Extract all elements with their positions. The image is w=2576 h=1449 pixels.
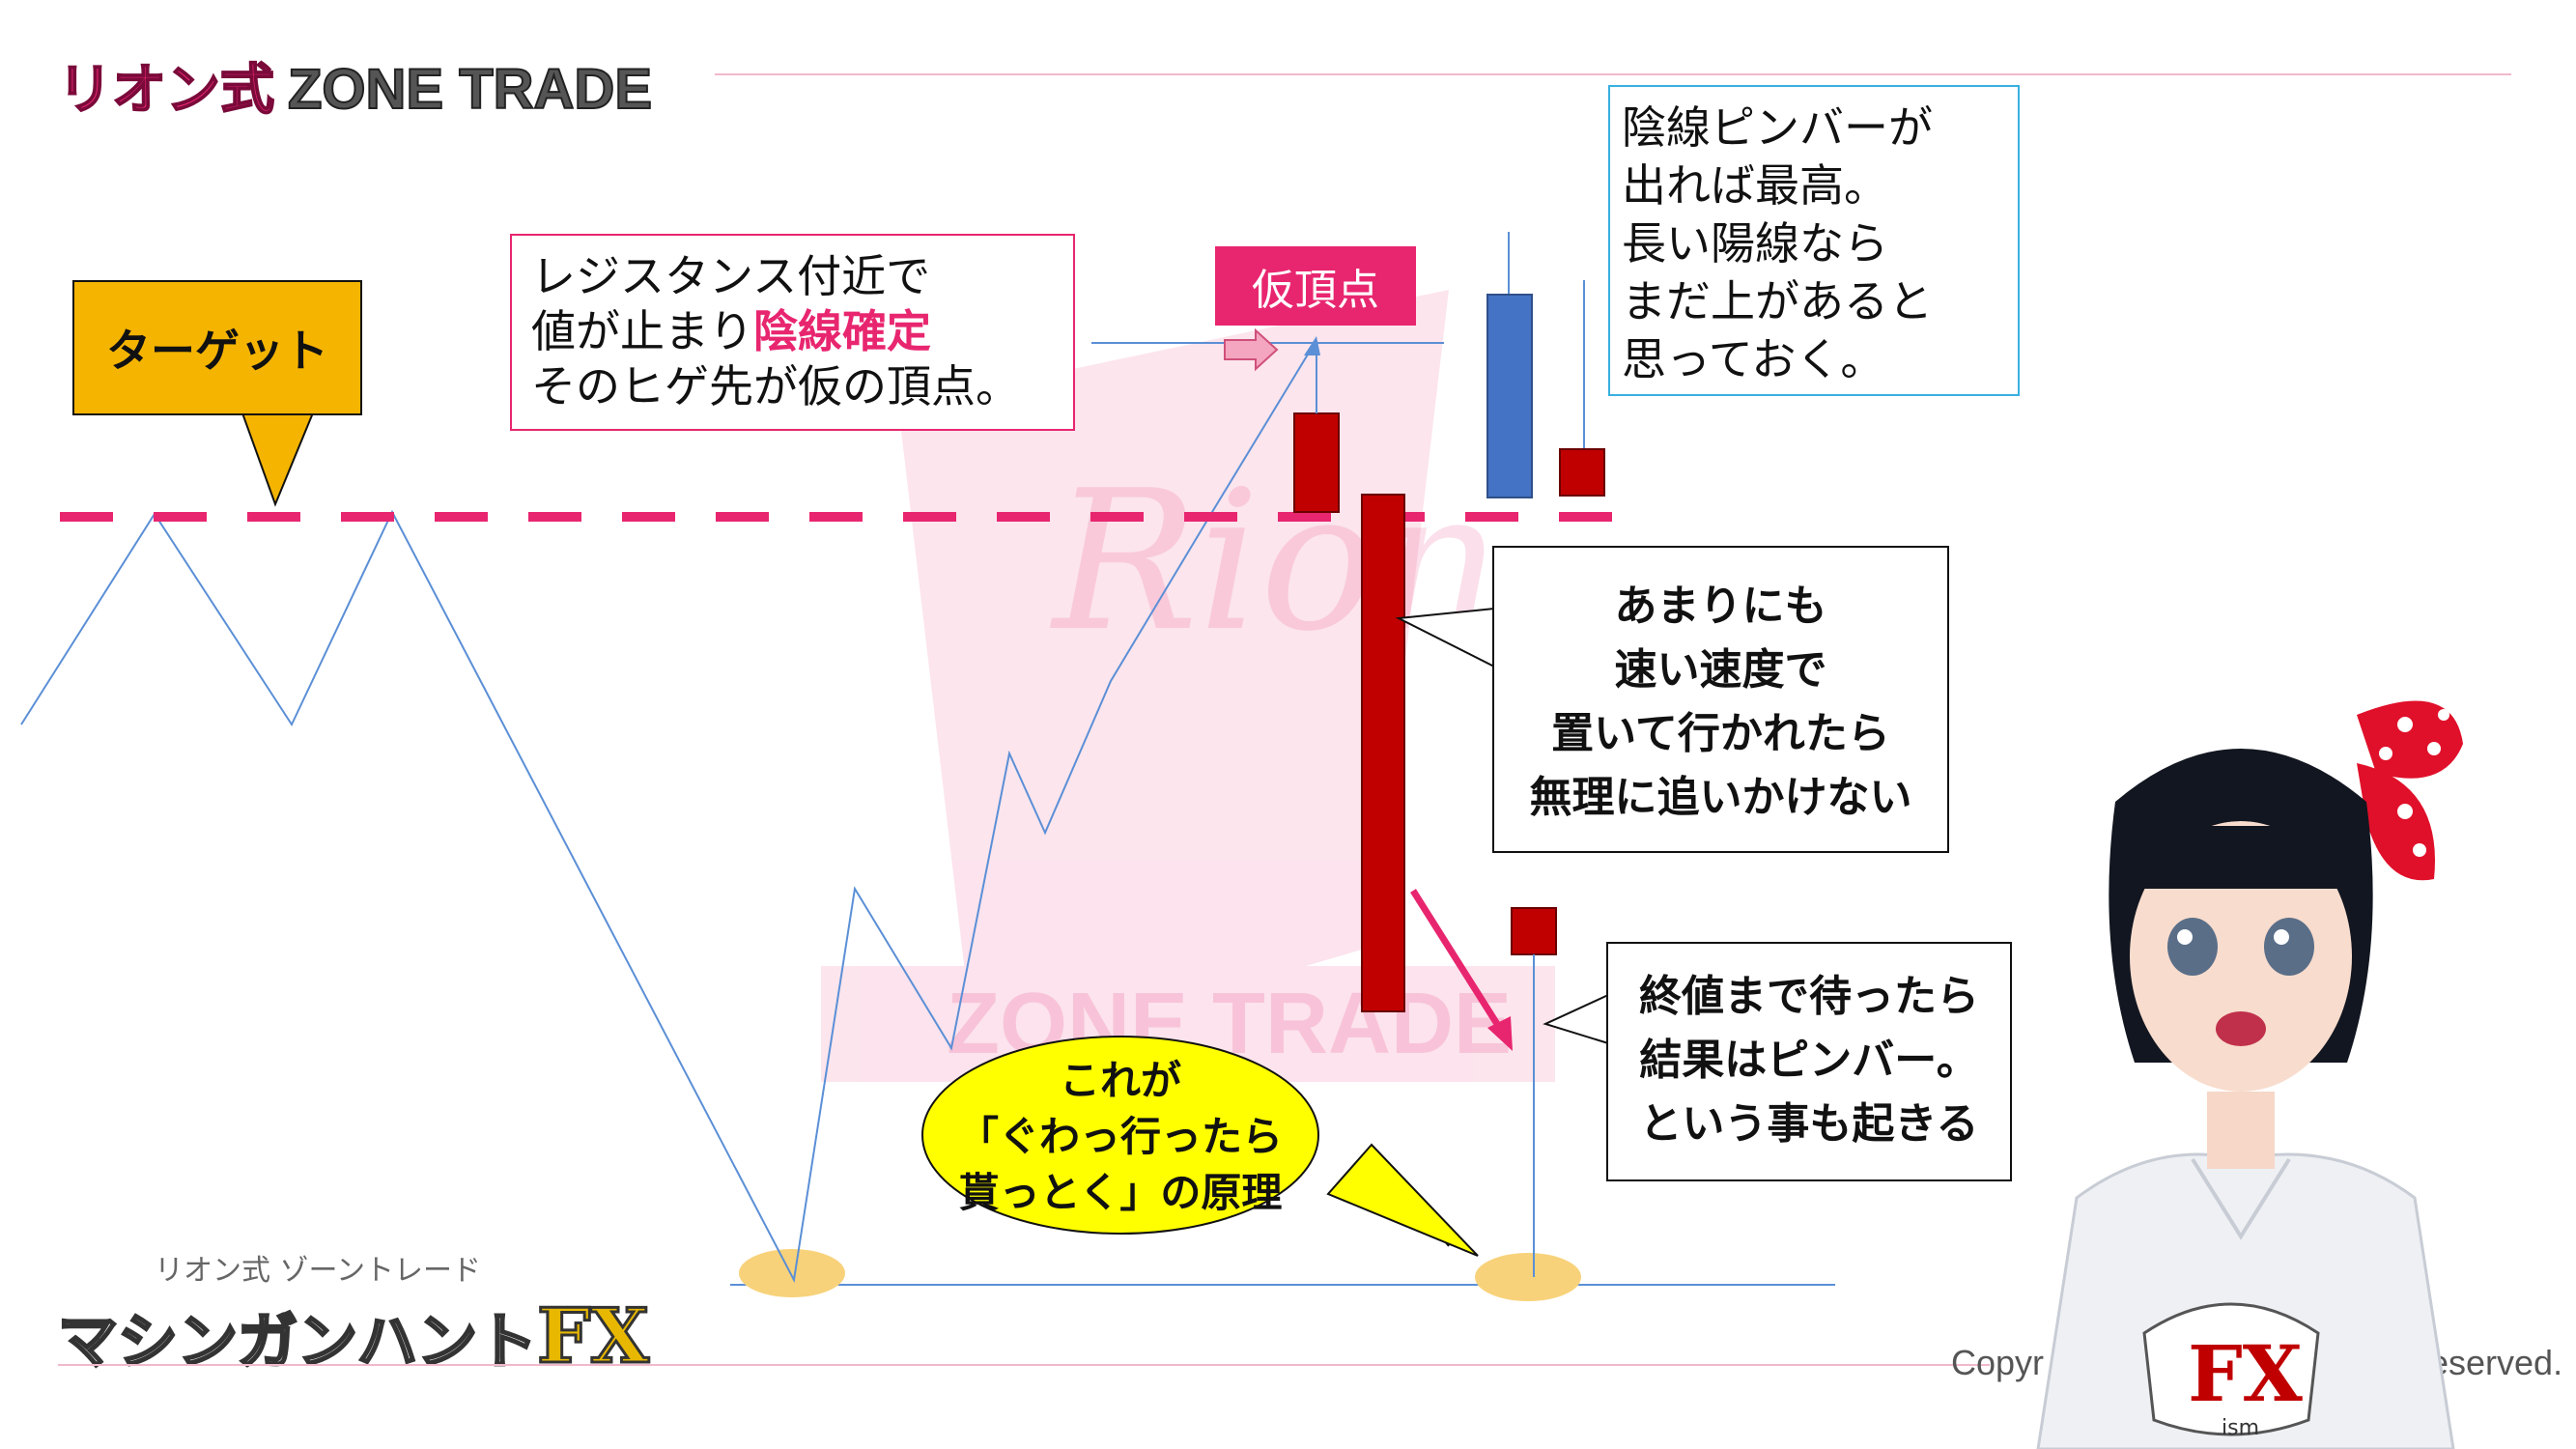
close-note-line-1: 終値まで待ったら [1639,972,1979,1021]
shirt-fx-text: FX [2188,1328,2303,1419]
polka-dot-ribbon [2357,700,2463,881]
bottom-logo-fx: FX [536,1292,651,1382]
close-note-line-2: 結果はピンバー。 [1639,1036,1979,1085]
yellow-bubble-tail [1326,1143,1479,1257]
bottom-logo-jp: マシンガンハント [56,1305,538,1378]
yellow-bubble-line-1: これが [1059,1057,1181,1104]
slide-canvas: Rion ZONE TRADE リオン式 ZONE TRADE ターゲット レジ… [0,0,2576,1449]
price-path-arrowhead [1304,336,1320,355]
bull-candle [1486,294,1533,498]
resistance-note-plain: 値が止まり [531,305,753,357]
resistance-note-box: レジスタンス付近で 値が止まり陰線確定 そのヒゲ先が仮の頂点。 [510,234,1075,431]
pinbar-note-line-4: まだ上があると [1622,275,1933,327]
speed-note-box: あまりにも 速い速度で 置いて行かれたら 無理に追いかけない [1492,546,1949,853]
yellow-bubble-line-3: 貰っとく」の原理 [958,1169,1283,1216]
yellow-bubble-text: これが 「ぐわっ行ったら 貰っとく」の原理 [927,1053,1314,1221]
small-bear-candle [1559,448,1605,497]
target-callout-tail [240,410,316,507]
hair-bangs-fill [2125,826,2357,889]
character-neck [2207,1092,2275,1169]
close-note-box: 終値まで待ったら 結果はピンバー。 という事も起きる [1606,942,2012,1181]
bottom-logo-small-text: リオン式 ゾーントレード [155,1254,482,1288]
left-eye-highlight [2177,929,2193,945]
character-illustration: FX ism [2036,700,2463,1449]
long-bear-candle [1361,494,1405,1012]
close-note-line-3: という事も起きる [1639,1099,1979,1149]
target-label: ターゲット [106,325,328,377]
speed-note-line-3: 置いて行かれたら [1551,709,1890,758]
provisional-top-pointer-arrow [1224,327,1279,372]
target-callout: ターゲット [72,280,362,415]
yellow-bubble-line-2: 「ぐわっ行ったら [957,1113,1283,1160]
low-point-marker-2 [1475,1253,1581,1301]
drop-arrow-line [1410,889,1505,1034]
close-callout-tail [1543,993,1609,1045]
speed-callout-tail [1395,607,1495,668]
pinbar-candle-body [1511,907,1557,955]
shirt-ism-text: ism [2222,1416,2259,1440]
bottom-logo: リオン式 ゾーントレード マシンガンハントFX [56,1246,650,1382]
footer-rule [58,1364,1990,1366]
resistance-note-line-2: 値が止まり陰線確定 [531,304,1073,359]
left-eye [2167,918,2218,976]
right-eye [2264,918,2314,976]
resistance-note-line-3: そのヒゲ先が仮の頂点。 [531,360,1020,412]
bear-candle-1 [1293,412,1340,513]
pinbar-note-line-5: 思っておく。 [1622,333,1885,385]
open-mouth [2216,1011,2266,1046]
drop-arrow-head [1487,1016,1513,1051]
provisional-top-text: 仮頂点 [1252,266,1379,315]
bear-confirm-highlight: 陰線確定 [753,305,931,357]
pinbar-note-box: 陰線ピンバーが 出れば最高。 長い陽線なら まだ上があると 思っておく。 [1608,85,2020,396]
pinbar-note-line-2: 出れば最高。 [1622,159,1888,212]
pinbar-note-line-3: 長い陽線なら [1622,217,1888,270]
provisional-top-label: 仮頂点 [1215,246,1416,326]
speed-note-line-1: あまりにも [1614,582,1827,631]
low-point-marker-1 [739,1249,845,1297]
bottom-logo-main: マシンガンハントFX [56,1292,650,1382]
speed-note-line-2: 速い速度で [1614,645,1827,695]
speed-note-line-4: 無理に追いかけない [1529,773,1912,822]
pinbar-note-line-1: 陰線ピンバーが [1622,101,1933,154]
right-eye-highlight [2274,929,2289,945]
resistance-note-line-1: レジスタンス付近で [531,250,931,302]
